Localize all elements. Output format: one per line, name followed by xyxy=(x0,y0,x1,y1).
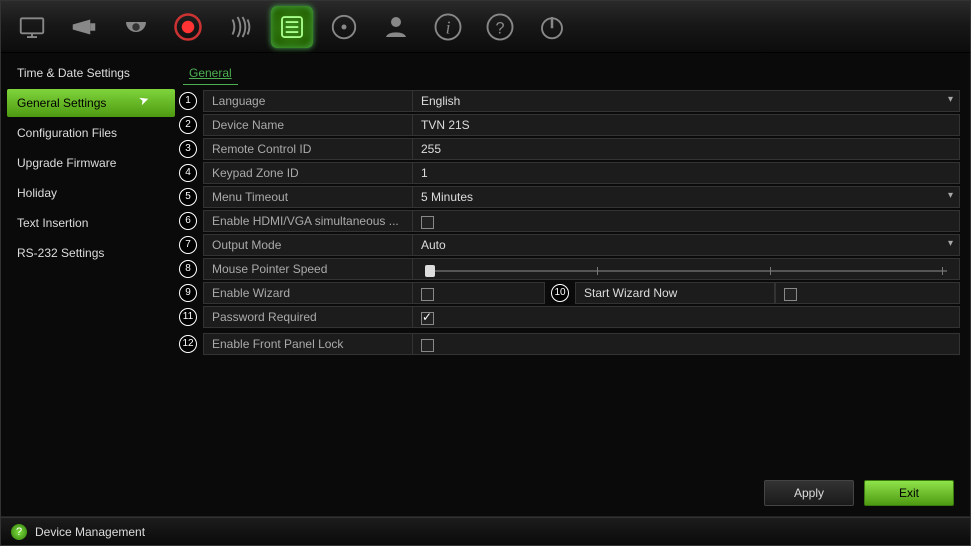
bullet-10: 10 xyxy=(551,284,569,302)
dropdown-output-mode[interactable]: Auto xyxy=(413,234,960,256)
label-device-name: Device Name xyxy=(203,114,413,136)
status-title: Device Management xyxy=(35,525,145,539)
status-help-icon[interactable]: ? xyxy=(11,524,27,540)
info-icon[interactable]: i xyxy=(427,6,469,48)
row-language: 1 Language English xyxy=(179,89,960,112)
svg-text:?: ? xyxy=(495,19,504,37)
apply-button[interactable]: Apply xyxy=(764,480,854,506)
checkbox-password-required[interactable] xyxy=(421,312,434,325)
slider-thumb[interactable] xyxy=(425,265,435,277)
help-icon[interactable]: ? xyxy=(479,6,521,48)
monitor-icon[interactable] xyxy=(11,6,53,48)
sidebar-item-time-date[interactable]: Time & Date Settings xyxy=(7,59,175,87)
tab-row: General xyxy=(179,59,960,85)
bullet-6: 6 xyxy=(179,212,197,230)
bullet-1: 1 xyxy=(179,92,197,110)
input-keypad-zone[interactable]: 1 xyxy=(413,162,960,184)
label-mouse-speed: Mouse Pointer Speed xyxy=(203,258,413,280)
label-keypad-zone: Keypad Zone ID xyxy=(203,162,413,184)
checkbox-front-panel-lock[interactable] xyxy=(421,339,434,352)
user-icon[interactable] xyxy=(375,6,417,48)
sidebar-item-upgrade-firmware[interactable]: Upgrade Firmware xyxy=(7,149,175,177)
row-device-name: 2 Device Name TVN 21S xyxy=(179,113,960,136)
bullet-11: 11 xyxy=(179,308,197,326)
content-pane: General 1 Language English 2 Device Name… xyxy=(179,59,960,512)
bullet-7: 7 xyxy=(179,236,197,254)
label-password-required: Password Required xyxy=(203,306,413,328)
label-start-wizard: Start Wizard Now xyxy=(575,282,775,304)
label-front-panel-lock: Enable Front Panel Lock xyxy=(203,333,413,355)
sidebar-item-general-settings[interactable]: General Settings xyxy=(7,89,175,117)
tab-general[interactable]: General xyxy=(183,62,238,85)
check-hdmi-vga[interactable] xyxy=(413,210,960,232)
app-window: i ? Time & Date Settings General Setting… xyxy=(0,0,971,546)
svg-text:i: i xyxy=(446,17,451,37)
check-enable-wizard[interactable] xyxy=(413,282,545,304)
check-front-panel-lock[interactable] xyxy=(413,333,960,355)
row-password-required: 11 Password Required xyxy=(179,305,960,328)
top-toolbar: i ? xyxy=(1,1,970,53)
label-enable-wizard: Enable Wizard xyxy=(203,282,413,304)
checkbox-start-wizard[interactable] xyxy=(784,288,797,301)
label-language: Language xyxy=(203,90,413,112)
slider-mouse-speed[interactable] xyxy=(413,258,960,280)
check-start-wizard[interactable] xyxy=(775,282,960,304)
bullet-4: 4 xyxy=(179,164,197,182)
settings-form: 1 Language English 2 Device Name TVN 21S… xyxy=(179,85,960,472)
row-mouse-speed: 8 Mouse Pointer Speed xyxy=(179,257,960,280)
bullet-3: 3 xyxy=(179,140,197,158)
row-front-panel-lock: 12 Enable Front Panel Lock xyxy=(179,332,960,355)
label-menu-timeout: Menu Timeout xyxy=(203,186,413,208)
sidebar-item-config-files[interactable]: Configuration Files xyxy=(7,119,175,147)
sidebar-item-holiday[interactable]: Holiday xyxy=(7,179,175,207)
bullet-8: 8 xyxy=(179,260,197,278)
input-device-name[interactable]: TVN 21S xyxy=(413,114,960,136)
dome-camera-icon[interactable] xyxy=(115,6,157,48)
row-remote-id: 3 Remote Control ID 255 xyxy=(179,137,960,160)
sidebar-item-rs232[interactable]: RS-232 Settings xyxy=(7,239,175,267)
sidebar: Time & Date Settings General Settings Co… xyxy=(7,59,175,512)
settings-icon[interactable] xyxy=(271,6,313,48)
row-hdmi-vga: 6 Enable HDMI/VGA simultaneous ... xyxy=(179,209,960,232)
power-icon[interactable] xyxy=(531,6,573,48)
footer-buttons: Apply Exit xyxy=(179,472,960,512)
sidebar-item-text-insertion[interactable]: Text Insertion xyxy=(7,209,175,237)
checkbox-hdmi-vga[interactable] xyxy=(421,216,434,229)
record-icon[interactable] xyxy=(167,6,209,48)
input-remote-id[interactable]: 255 xyxy=(413,138,960,160)
check-password-required[interactable] xyxy=(413,306,960,328)
main-area: Time & Date Settings General Settings Co… xyxy=(1,53,970,517)
motion-icon[interactable] xyxy=(219,6,261,48)
status-bar: ? Device Management xyxy=(1,517,970,545)
bullet-9: 9 xyxy=(179,284,197,302)
bullet-5: 5 xyxy=(179,188,197,206)
label-output-mode: Output Mode xyxy=(203,234,413,256)
bullet-12: 12 xyxy=(179,335,197,353)
camera-icon[interactable] xyxy=(63,6,105,48)
label-hdmi-vga: Enable HDMI/VGA simultaneous ... xyxy=(203,210,413,232)
row-menu-timeout: 5 Menu Timeout 5 Minutes xyxy=(179,185,960,208)
row-enable-wizard: 9 Enable Wizard 10 Start Wizard Now xyxy=(179,281,960,304)
label-remote-id: Remote Control ID xyxy=(203,138,413,160)
bullet-2: 2 xyxy=(179,116,197,134)
row-output-mode: 7 Output Mode Auto xyxy=(179,233,960,256)
exit-button[interactable]: Exit xyxy=(864,480,954,506)
dropdown-menu-timeout[interactable]: 5 Minutes xyxy=(413,186,960,208)
checkbox-enable-wizard[interactable] xyxy=(421,288,434,301)
disk-icon[interactable] xyxy=(323,6,365,48)
row-keypad-zone: 4 Keypad Zone ID 1 xyxy=(179,161,960,184)
dropdown-language[interactable]: English xyxy=(413,90,960,112)
